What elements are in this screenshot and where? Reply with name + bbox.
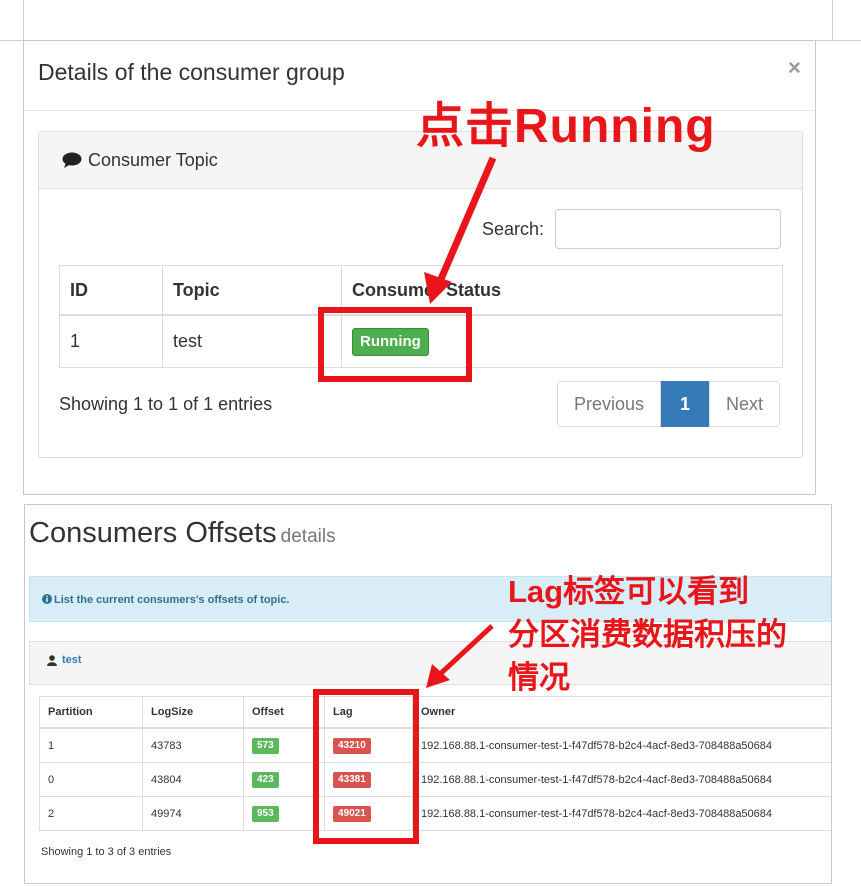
arrow-to-lag [426,624,494,688]
annotation-lag-note: Lag标签可以看到 分区消费数据积压的 情况 [508,570,828,699]
highlight-box-lag [313,689,419,844]
highlight-box-running [318,307,472,382]
arrow-to-running [424,156,497,304]
annotation-lag-line: 分区消费数据积压的 [508,617,787,652]
annotation-lag-line: 情况 [508,660,570,695]
annotation-lag-line: Lag标签可以看到 [508,574,750,609]
annotation-click-running: 点击Running [416,100,716,153]
